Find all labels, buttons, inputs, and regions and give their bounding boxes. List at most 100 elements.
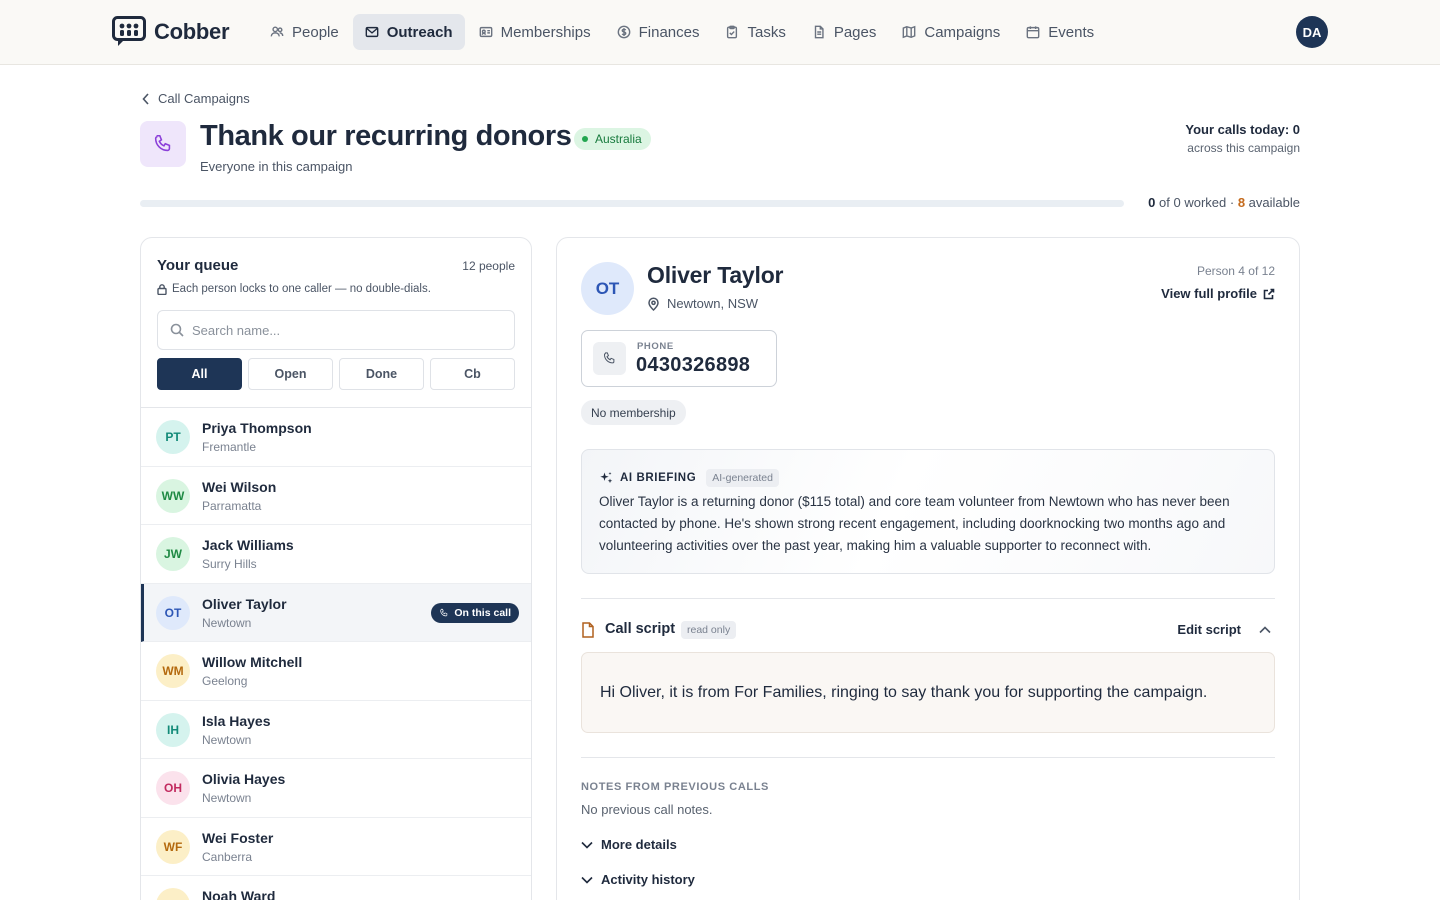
breadcrumb-label: Call Campaigns: [158, 91, 250, 106]
nav-label: Campaigns: [924, 23, 1001, 41]
edit-script-button[interactable]: Edit script: [1177, 622, 1241, 637]
app-logo[interactable]: Cobber: [112, 16, 230, 48]
call-script-text: Hi Oliver, it is from For Families, ring…: [600, 684, 1208, 701]
filter-cb[interactable]: Cb: [430, 358, 515, 390]
page-subtitle: Everyone in this campaign: [200, 159, 353, 174]
nav-item-events[interactable]: Events: [1014, 14, 1106, 50]
sparkle-icon: [600, 472, 613, 484]
more-details-label: More details: [601, 837, 677, 852]
person-location: Surry Hills: [202, 557, 257, 571]
nav-label: Events: [1048, 23, 1095, 41]
calls-today-scope: across this campaign: [1187, 141, 1300, 155]
person-location: Newtown: [202, 615, 252, 630]
person-name: Wei Foster: [202, 829, 274, 846]
ai-briefing-header: AI BRIEFING AI-generated: [599, 469, 779, 487]
person-name: Oliver Taylor: [202, 595, 287, 612]
calls-today-count: Your calls today: 0: [1185, 122, 1300, 137]
nav-item-memberships[interactable]: Memberships: [467, 14, 603, 50]
divider: [581, 757, 1275, 758]
queue-row[interactable]: NW Noah Ward: [141, 876, 531, 900]
ai-generated-tag: AI-generated: [706, 469, 779, 487]
chevron-up-icon[interactable]: [1259, 625, 1271, 635]
more-details-toggle[interactable]: More details: [581, 837, 677, 852]
person-avatar: WW: [156, 478, 190, 513]
available-count: 8: [1237, 195, 1246, 210]
location-text: Newtown, NSW: [667, 296, 759, 311]
worked-label: of 0 worked ·: [1159, 195, 1235, 210]
read-only-tag: read only: [681, 621, 737, 639]
map-pin-icon: [648, 296, 659, 311]
queue-row[interactable]: OT Oliver Taylor Newtown On this call: [141, 583, 531, 642]
file-icon: [814, 25, 824, 39]
logo-icon: [112, 16, 146, 46]
region-badge: Australia: [574, 128, 651, 150]
phone-label: PHONE: [637, 341, 674, 352]
person-location: Newtown: [202, 732, 252, 747]
queue-search[interactable]: [157, 310, 515, 350]
ai-briefing-text: Oliver Taylor is a returning donor ($115…: [599, 494, 1230, 553]
queue-title: Your queue: [157, 257, 239, 274]
activity-history-label: Activity history: [601, 872, 695, 887]
queue-row[interactable]: WW Wei Wilson Parramatta: [141, 467, 531, 525]
person-location: Newtown, NSW: [647, 296, 758, 311]
nav-label: Pages: [833, 23, 877, 41]
membership-badge: No membership: [581, 400, 686, 425]
person-location: Canberra: [202, 849, 253, 864]
nav-item-tasks[interactable]: Tasks: [713, 14, 797, 50]
progress-summary: 0 of 0 worked · 8 available: [1148, 195, 1300, 210]
person-location: Fremantle: [202, 440, 257, 454]
top-navigation-bar: Cobber People Outreach Memberships Finan…: [0, 0, 1440, 65]
view-profile-label: View full profile: [1161, 286, 1257, 301]
person-avatar: WM: [156, 654, 190, 688]
app-name: Cobber: [154, 19, 230, 44]
search-input[interactable]: [192, 322, 492, 338]
view-profile-link[interactable]: View full profile: [1161, 286, 1275, 301]
person-avatar: WF: [156, 829, 190, 864]
phone-call-button[interactable]: PHONE 0430326898: [581, 330, 777, 387]
filter-done[interactable]: Done: [339, 358, 424, 390]
queue-row[interactable]: WM Willow Mitchell Geelong: [141, 642, 531, 701]
queue-row[interactable]: JW Jack Williams Surry Hills: [141, 525, 531, 584]
person-location: Newtown: [202, 791, 252, 805]
on-call-label: On this call: [454, 606, 511, 619]
queue-panel: Your queue 12 people Each person locks t…: [140, 237, 532, 900]
lock-note-text: Each person locks to one caller — no dou…: [172, 283, 431, 295]
dollar-icon: [617, 25, 630, 39]
phone-number: 0430326898: [636, 354, 751, 376]
nav-item-outreach[interactable]: Outreach: [352, 14, 465, 50]
person-name: Isla Hayes: [202, 712, 271, 729]
breadcrumb-back-link[interactable]: Call Campaigns: [142, 91, 250, 106]
queue-filters: All Open Done Cb: [157, 358, 515, 390]
queue-row[interactable]: IH Isla Hayes Newtown: [141, 701, 531, 759]
status-dot: [582, 136, 588, 142]
lock-icon: [157, 283, 167, 295]
campaign-type-icon: [140, 121, 186, 167]
calls-today-summary: Your calls today: 0 across this campaign: [1185, 122, 1300, 155]
nav-item-pages[interactable]: Pages: [800, 14, 889, 50]
queue-row[interactable]: PT Priya Thompson Fremantle: [141, 408, 531, 467]
notes-heading: NOTES FROM PREVIOUS CALLS: [581, 781, 769, 793]
filter-all[interactable]: All: [157, 358, 242, 390]
nav-item-campaigns[interactable]: Campaigns: [890, 14, 1012, 50]
nav-item-finances[interactable]: Finances: [605, 14, 712, 50]
campaign-progress-bar: [140, 200, 1124, 207]
nav-label: Memberships: [500, 23, 591, 41]
clipboard-icon: [727, 25, 738, 39]
external-link-icon: [1263, 288, 1275, 299]
activity-history-toggle[interactable]: Activity history: [581, 872, 695, 887]
queue-count: 12 people: [462, 259, 515, 273]
main-nav: People Outreach Memberships Finances Tas…: [258, 14, 1106, 50]
filter-open[interactable]: Open: [248, 358, 333, 390]
nav-label: People: [292, 23, 339, 41]
person-avatar: OT: [581, 262, 634, 315]
nav-item-people[interactable]: People: [258, 14, 351, 50]
person-avatar: OT: [156, 595, 190, 630]
phone-icon: [440, 608, 448, 616]
person-name: Priya Thompson: [202, 420, 312, 436]
queue-row[interactable]: OH Olivia Hayes Newtown: [141, 759, 531, 818]
user-avatar[interactable]: DA: [1296, 16, 1328, 48]
queue-row[interactable]: WF Wei Foster Canberra: [141, 818, 531, 876]
person-avatar: JW: [156, 537, 190, 571]
phone-icon: [603, 352, 615, 364]
on-call-badge: On this call: [431, 602, 519, 623]
